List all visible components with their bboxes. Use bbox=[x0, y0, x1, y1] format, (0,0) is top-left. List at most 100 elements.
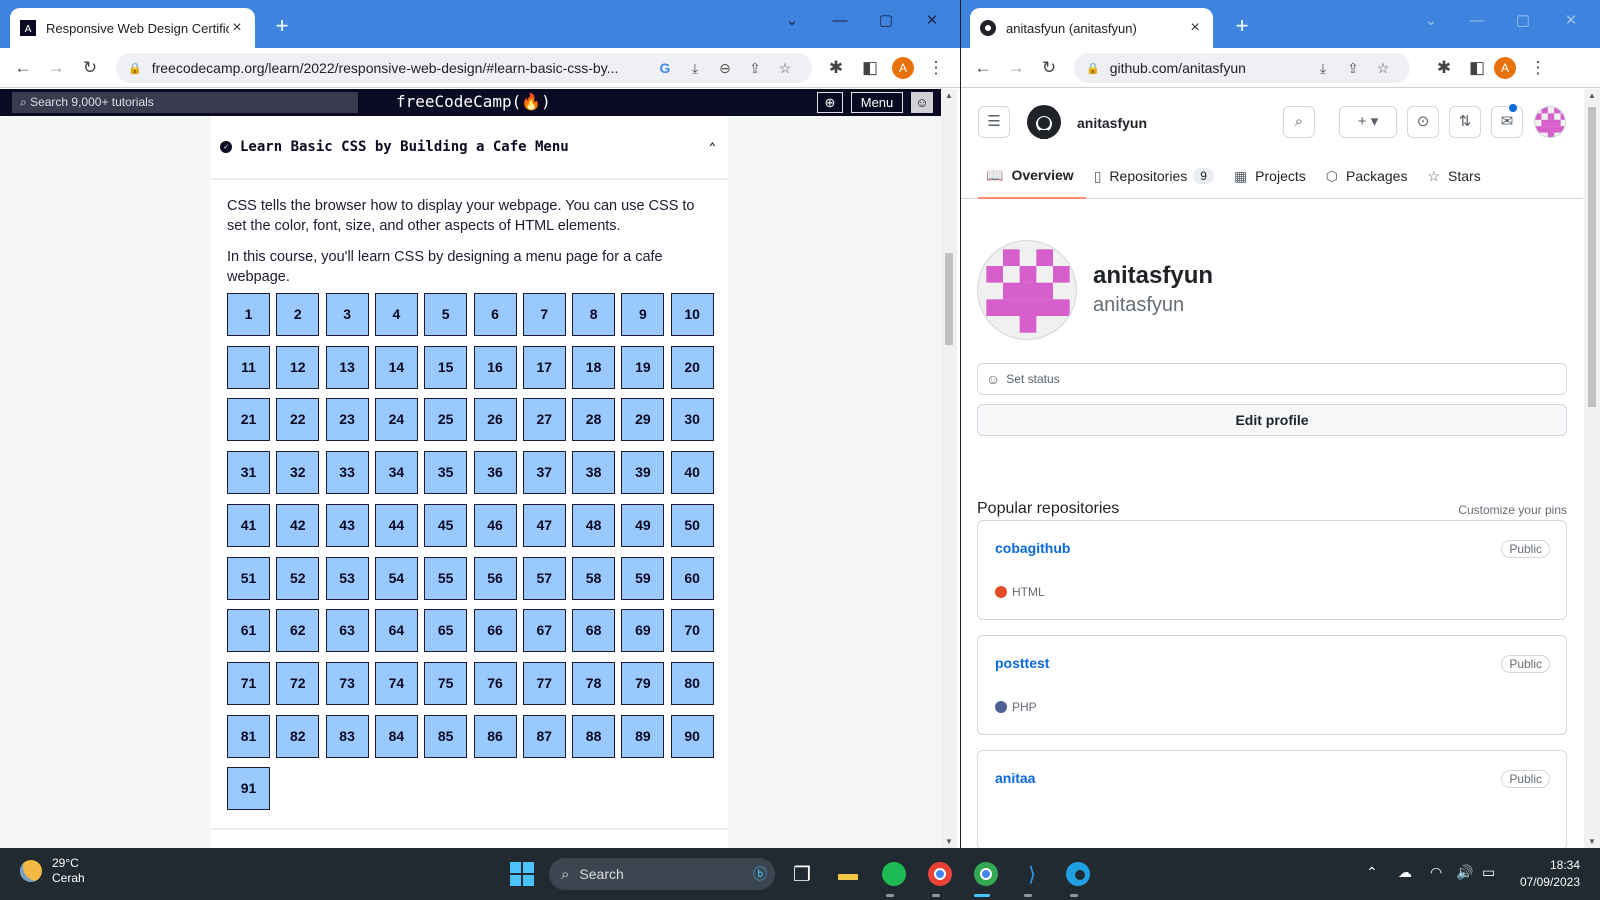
step-83-button[interactable]: 83 bbox=[325, 714, 369, 758]
step-66-button[interactable]: 66 bbox=[473, 609, 517, 653]
step-30-button[interactable]: 30 bbox=[670, 398, 714, 442]
step-43-button[interactable]: 43 bbox=[325, 503, 369, 547]
step-20-button[interactable]: 20 bbox=[670, 345, 714, 389]
set-status-button[interactable]: ☺ Set status bbox=[977, 363, 1567, 395]
profile-avatar[interactable]: A bbox=[1494, 57, 1516, 79]
back-icon[interactable]: ← bbox=[9, 54, 37, 82]
step-35-button[interactable]: 35 bbox=[424, 451, 468, 495]
system-clock[interactable]: 18:34 07/09/2023 bbox=[1520, 857, 1580, 891]
step-79-button[interactable]: 79 bbox=[621, 661, 665, 705]
step-54-button[interactable]: 54 bbox=[374, 556, 418, 600]
scroll-down-icon[interactable]: ▼ bbox=[1588, 837, 1596, 846]
step-80-button[interactable]: 80 bbox=[670, 661, 714, 705]
step-76-button[interactable]: 76 bbox=[473, 661, 517, 705]
step-18-button[interactable]: 18 bbox=[572, 345, 616, 389]
share-icon[interactable]: ⇪ bbox=[1338, 60, 1368, 77]
spotify-icon[interactable] bbox=[878, 858, 910, 890]
new-tab-button[interactable]: + bbox=[1228, 12, 1256, 40]
scrollbar-thumb[interactable] bbox=[1588, 107, 1596, 407]
step-25-button[interactable]: 25 bbox=[424, 398, 468, 442]
repo-name-link[interactable]: anitaa bbox=[995, 770, 1035, 786]
step-22-button[interactable]: 22 bbox=[276, 398, 320, 442]
scroll-up-icon[interactable]: ▲ bbox=[1588, 91, 1596, 100]
side-panel-icon[interactable]: ◧ bbox=[856, 54, 884, 82]
chrome-icon[interactable] bbox=[924, 858, 956, 890]
step-59-button[interactable]: 59 bbox=[621, 556, 665, 600]
forward-icon[interactable]: → bbox=[1002, 54, 1030, 82]
github-logo-icon[interactable] bbox=[1027, 105, 1061, 144]
language-globe-icon[interactable]: ⊕ bbox=[817, 92, 843, 113]
step-69-button[interactable]: 69 bbox=[621, 609, 665, 653]
step-82-button[interactable]: 82 bbox=[276, 714, 320, 758]
step-48-button[interactable]: 48 bbox=[572, 503, 616, 547]
install-icon[interactable]: ⤓ bbox=[680, 60, 710, 77]
header-username[interactable]: anitasfyun bbox=[1077, 115, 1147, 131]
profile-avatar-large[interactable] bbox=[977, 240, 1077, 340]
step-28-button[interactable]: 28 bbox=[572, 398, 616, 442]
close-window-button[interactable]: ✕ bbox=[1549, 6, 1593, 36]
step-72-button[interactable]: 72 bbox=[276, 661, 320, 705]
step-33-button[interactable]: 33 bbox=[325, 451, 369, 495]
step-40-button[interactable]: 40 bbox=[670, 451, 714, 495]
step-51-button[interactable]: 51 bbox=[227, 556, 270, 600]
step-36-button[interactable]: 36 bbox=[473, 451, 517, 495]
tab-projects[interactable]: ▦ Projects bbox=[1226, 153, 1318, 199]
step-31-button[interactable]: 31 bbox=[227, 451, 270, 495]
step-32-button[interactable]: 32 bbox=[276, 451, 320, 495]
zoom-icon[interactable]: ⊖ bbox=[710, 60, 740, 77]
issues-icon[interactable]: ⊙ bbox=[1407, 106, 1439, 138]
step-16-button[interactable]: 16 bbox=[473, 345, 517, 389]
step-55-button[interactable]: 55 bbox=[424, 556, 468, 600]
step-52-button[interactable]: 52 bbox=[276, 556, 320, 600]
maximize-button[interactable]: ▢ bbox=[1501, 6, 1545, 36]
search-icon[interactable]: ⌕ bbox=[1283, 106, 1315, 138]
volume-icon[interactable]: 🔊 bbox=[1456, 864, 1473, 881]
chrome-menu-icon[interactable]: ⋮ bbox=[922, 54, 950, 82]
step-39-button[interactable]: 39 bbox=[621, 451, 665, 495]
vscode-icon[interactable]: ⟩ bbox=[1016, 858, 1048, 890]
left-scrollbar[interactable]: ▲ ▼ bbox=[941, 89, 957, 848]
step-87-button[interactable]: 87 bbox=[522, 714, 566, 758]
google-icon[interactable]: G bbox=[650, 60, 680, 76]
bookmark-star-icon[interactable]: ☆ bbox=[770, 60, 800, 77]
step-45-button[interactable]: 45 bbox=[424, 503, 468, 547]
step-27-button[interactable]: 27 bbox=[522, 398, 566, 442]
bing-icon[interactable]: ⓑ bbox=[753, 864, 767, 884]
weather-widget[interactable]: 29°C Cerah bbox=[20, 856, 85, 886]
fcc-logo[interactable]: freeCodeCamp(🔥) bbox=[396, 92, 551, 111]
create-new-button[interactable]: + ▾ bbox=[1339, 106, 1397, 138]
address-bar[interactable]: 🔒 github.com/anitasfyun ⤓ ⇪ ☆ bbox=[1074, 53, 1410, 83]
file-explorer-icon[interactable]: ▬ bbox=[832, 858, 864, 890]
maximize-button[interactable]: ▢ bbox=[864, 6, 908, 36]
battery-icon[interactable]: ▭ bbox=[1482, 864, 1495, 881]
user-avatar[interactable] bbox=[1534, 106, 1566, 138]
step-75-button[interactable]: 75 bbox=[424, 661, 468, 705]
tray-chevron-icon[interactable]: ⌃ bbox=[1366, 864, 1378, 881]
close-window-button[interactable]: ✕ bbox=[910, 6, 954, 36]
inbox-icon[interactable]: ✉ bbox=[1491, 106, 1523, 138]
step-81-button[interactable]: 81 bbox=[227, 714, 270, 758]
block-header[interactable]: ✓ Learn Basic CSS by Building a Cafe Men… bbox=[210, 116, 728, 180]
step-74-button[interactable]: 74 bbox=[374, 661, 418, 705]
step-1-button[interactable]: 1 bbox=[227, 293, 270, 336]
onedrive-icon[interactable]: ☁ bbox=[1398, 864, 1412, 881]
tab-search-icon[interactable]: ⌄ bbox=[1409, 6, 1453, 36]
step-64-button[interactable]: 64 bbox=[374, 609, 418, 653]
step-15-button[interactable]: 15 bbox=[424, 345, 468, 389]
step-85-button[interactable]: 85 bbox=[424, 714, 468, 758]
step-49-button[interactable]: 49 bbox=[621, 503, 665, 547]
step-11-button[interactable]: 11 bbox=[227, 345, 270, 389]
tab-search-icon[interactable]: ⌄ bbox=[770, 6, 814, 36]
step-84-button[interactable]: 84 bbox=[374, 714, 418, 758]
step-5-button[interactable]: 5 bbox=[424, 293, 468, 336]
step-14-button[interactable]: 14 bbox=[374, 345, 418, 389]
extensions-icon[interactable]: ✱ bbox=[822, 54, 850, 82]
repo-name-link[interactable]: posttest bbox=[995, 655, 1049, 671]
step-50-button[interactable]: 50 bbox=[670, 503, 714, 547]
step-61-button[interactable]: 61 bbox=[227, 609, 270, 653]
step-60-button[interactable]: 60 bbox=[670, 556, 714, 600]
bookmark-star-icon[interactable]: ☆ bbox=[1368, 60, 1398, 77]
back-icon[interactable]: ← bbox=[969, 54, 997, 82]
step-73-button[interactable]: 73 bbox=[325, 661, 369, 705]
step-57-button[interactable]: 57 bbox=[522, 556, 566, 600]
